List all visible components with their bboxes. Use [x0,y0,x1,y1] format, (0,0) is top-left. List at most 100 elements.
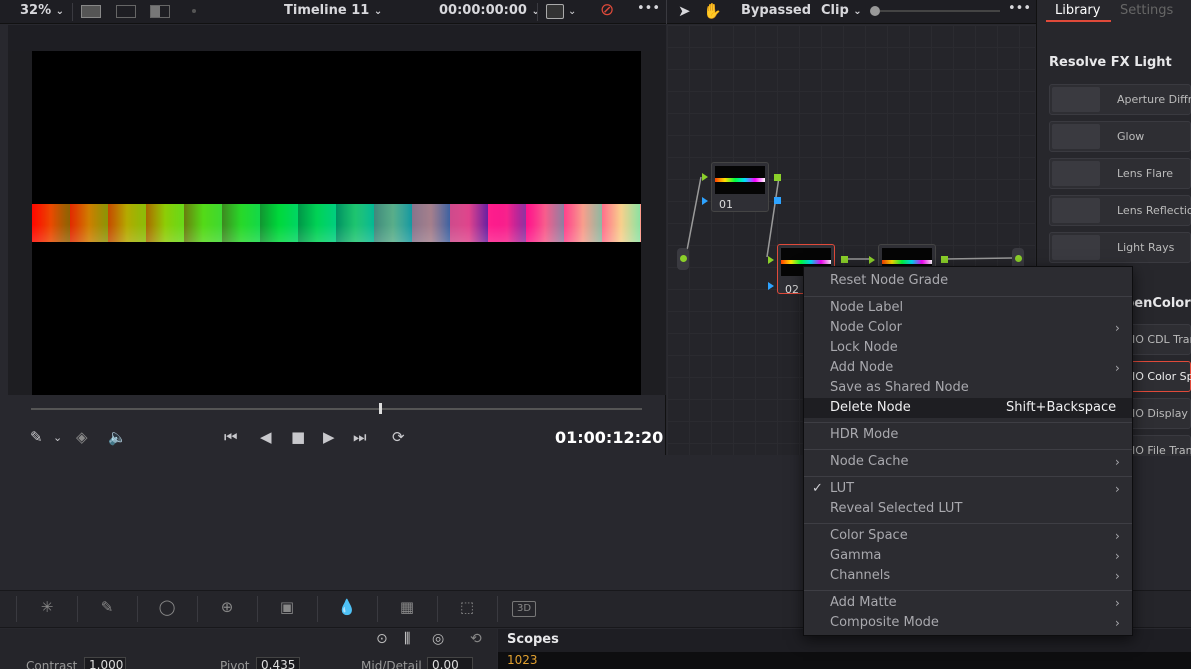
menu-item-add-node[interactable]: Add Node [830,360,893,375]
split-screen-icon[interactable] [150,5,170,18]
layers-icon[interactable]: ◈ [76,428,88,446]
tab-library[interactable]: Library [1055,3,1100,18]
node-label: 01 [719,198,733,211]
reset-icon[interactable]: ⊙ [376,631,388,647]
eyedropper-icon[interactable]: ✎ [30,428,43,446]
chevron-down-icon[interactable]: ⌄ [568,6,576,17]
cinema-viewer-icon[interactable] [116,5,136,18]
sizing-icon[interactable]: ⬚ [452,598,482,620]
chevron-down-icon: ⌄ [853,6,862,17]
scope-max-value: 1023 [507,653,538,667]
go-to-end-icon[interactable]: ⏭ [353,428,367,446]
go-to-start-icon[interactable]: ⏮ [224,428,238,446]
menu-item-reveal-lut[interactable]: Reveal Selected LUT [830,501,962,516]
fx-label: Aperture Diffra [1117,93,1191,106]
input-port[interactable] [680,255,687,262]
contrast-field[interactable]: 1.000 [84,657,126,669]
history-icon[interactable]: ⟲ [470,631,482,647]
playhead[interactable] [379,403,382,414]
tab-settings[interactable]: Settings [1120,3,1173,18]
fx-thumbnail [1052,87,1100,112]
dot-icon [192,9,196,13]
chevron-down-icon[interactable]: ⌄ [53,431,62,444]
key-icon[interactable]: ▦ [392,598,422,620]
rgb-output-port[interactable] [941,256,948,263]
blur-icon[interactable]: 💧 [332,598,362,620]
stop-icon[interactable]: ■ [291,428,305,446]
divider [257,596,258,622]
viewer-timecode: 01:00:12:20 [555,428,664,447]
rgb-input-port[interactable] [869,256,875,264]
play-reverse-icon[interactable]: ◀ [260,428,272,446]
fx-thumbnail [1052,198,1100,223]
fx-label: IO Color Spa [1132,370,1191,383]
rgb-input-port[interactable] [702,173,708,181]
zoom-slider-track[interactable] [880,10,1000,12]
node-more-button[interactable]: ••• [1008,1,1031,16]
output-port[interactable] [1015,255,1022,262]
zoom-dropdown[interactable]: 32% ⌄ [20,3,64,18]
menu-item-composite-mode[interactable]: Composite Mode [830,615,939,630]
play-icon[interactable]: ▶ [323,428,335,446]
timeline-dropdown[interactable]: Timeline 11 ⌄ [284,3,382,18]
zoom-slider-handle[interactable] [870,6,880,16]
fx-label: Light Rays [1117,241,1175,254]
fx-item[interactable]: Lens Flare [1049,158,1191,189]
menu-item-add-matte[interactable]: Add Matte [830,595,897,610]
menu-item-lock-node[interactable]: Lock Node [830,340,898,355]
pointer-icon[interactable]: ➤ [678,2,691,20]
3d-icon[interactable]: 3D [512,601,536,617]
window-icon[interactable]: ◯ [152,598,182,620]
magic-mask-icon[interactable]: ▣ [272,598,302,620]
menu-item-node-label[interactable]: Node Label [830,300,903,315]
fx-label: Lens Reflection [1117,204,1191,217]
middetail-field[interactable]: 0.00 [427,657,473,669]
menu-item-node-cache[interactable]: Node Cache [830,454,909,469]
fx-item[interactable]: Lens Reflection [1049,195,1191,226]
menu-item-lut[interactable]: LUT [830,481,854,496]
alpha-input-port[interactable] [768,282,774,290]
bypass-color-icon[interactable]: ⊘ [600,0,614,20]
fx-thumbnail [1052,235,1100,260]
fx-item[interactable]: Light Rays [1049,232,1191,263]
menu-item-node-color[interactable]: Node Color [830,320,902,335]
volume-icon[interactable]: 🔈 [108,428,127,446]
node-mode-dropdown[interactable]: Clip ⌄ [821,3,862,18]
rgb-output-port[interactable] [774,174,781,181]
node-01[interactable]: 01 [711,162,769,212]
color-warper-icon[interactable]: ✳ [32,598,62,620]
single-viewer-icon[interactable] [81,5,101,18]
menu-item-reset-node-grade[interactable]: Reset Node Grade [830,273,948,288]
menu-item-color-space[interactable]: Color Space [830,528,908,543]
fx-item[interactable]: Aperture Diffra [1049,84,1191,115]
hd-display-icon[interactable] [546,4,564,19]
qualifier-icon[interactable]: ✎ [92,598,122,620]
alpha-input-port[interactable] [702,197,708,205]
viewer-more-button[interactable]: ••• [637,1,660,16]
bars-icon[interactable]: ⫼ [404,631,410,647]
timecode-dropdown[interactable]: 00:00:00:00 ⌄ [439,3,540,18]
hand-icon[interactable]: ✋ [703,2,722,20]
fx-thumbnail [1052,124,1100,149]
fx-item[interactable]: Glow [1049,121,1191,152]
scrubber-track[interactable] [31,408,642,410]
tracker-icon[interactable]: ⊕ [212,598,242,620]
alpha-output-port[interactable] [774,197,781,204]
middetail-label: Mid/Detail [361,659,422,669]
pivot-field[interactable]: 0.435 [256,657,300,669]
menu-separator [804,476,1132,477]
loop-icon[interactable]: ⟳ [392,428,405,446]
divider [72,3,73,21]
menu-item-gamma[interactable]: Gamma [830,548,881,563]
log-icon[interactable]: ◎ [432,631,444,647]
rgb-input-port[interactable] [768,256,774,264]
menu-item-channels[interactable]: Channels [830,568,890,583]
section-title-2: penColorI [1125,296,1191,311]
fx-label: IO CDL Tran [1132,333,1191,346]
chevron-down-icon: ⌄ [55,6,65,17]
menu-item-hdr-mode[interactable]: HDR Mode [830,427,898,442]
rgb-output-port[interactable] [841,256,848,263]
fx-thumbnail [1052,161,1100,186]
menu-item-delete-node[interactable]: Delete Node [830,400,911,415]
menu-item-save-shared-node[interactable]: Save as Shared Node [830,380,969,395]
